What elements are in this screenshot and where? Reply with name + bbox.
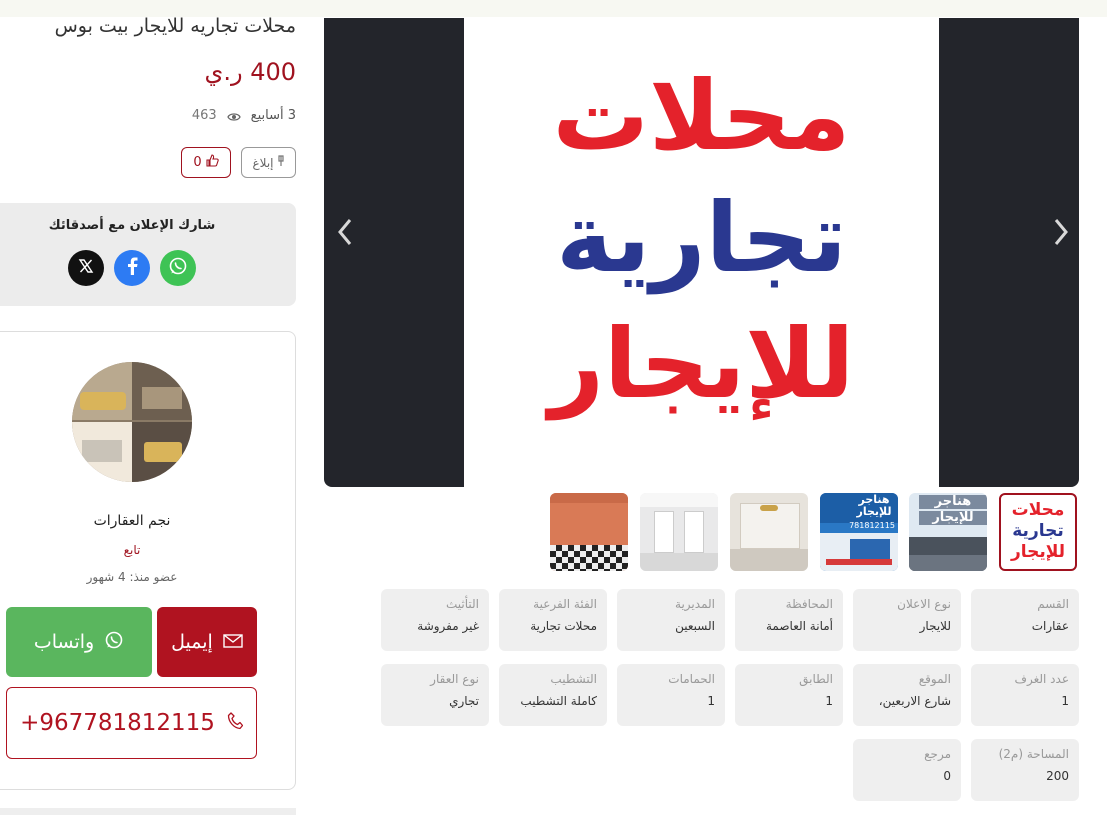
thumbs-up-icon — [206, 154, 219, 171]
detail-area: المساحة (م2) 200 — [971, 739, 1079, 801]
listing-price: 400 ر.ي — [204, 58, 296, 86]
report-button[interactable]: إبلاغ — [241, 147, 296, 178]
detail-value: 1 — [1061, 694, 1069, 708]
detail-value: غير مفروشة — [417, 619, 479, 633]
detail-value: 200 — [1046, 769, 1069, 783]
detail-label: المساحة (م2) — [998, 747, 1069, 761]
detail-label: مرجع — [924, 747, 951, 761]
detail-value: 0 — [943, 769, 951, 783]
thumbnail-3-line-2: للإيجار — [856, 505, 892, 518]
detail-location: الموقع شارع الاربعين، — [853, 664, 961, 726]
thumbnail-3-phone: 781812115 — [849, 521, 895, 530]
view-count: 463 — [191, 108, 217, 123]
facebook-share-button[interactable] — [114, 250, 150, 286]
detail-label: نوع الاعلان — [897, 597, 951, 611]
detail-label: المحافظة — [785, 597, 833, 611]
phone-button[interactable]: +967781812115 — [6, 687, 257, 759]
detail-value: تجاري — [449, 694, 479, 708]
thumbnail-4[interactable] — [730, 493, 808, 571]
detail-subcategory: الفئة الفرعية محلات تجارية — [499, 589, 607, 651]
detail-value: السبعين — [675, 619, 715, 633]
detail-label: الحمامات — [668, 672, 715, 686]
detail-ad-type: نوع الاعلان للايجار — [853, 589, 961, 651]
member-since: عضو منذ: 4 شهور — [86, 570, 178, 584]
detail-value: محلات تجارية — [530, 619, 597, 633]
detail-label: عدد الغرف — [1014, 672, 1069, 686]
image-gallery[interactable]: محلات تجارية للإيجار — [324, 18, 1079, 487]
posted-time: 3 أسابيع — [250, 108, 296, 123]
detail-value: عقارات — [1031, 619, 1069, 633]
like-button[interactable]: 0 — [181, 147, 231, 178]
detail-floor: الطابق 1 — [735, 664, 843, 726]
detail-label: الفئة الفرعية — [533, 597, 597, 611]
whatsapp-icon — [104, 630, 124, 655]
detail-value: 1 — [825, 694, 833, 708]
seller-name[interactable]: نجم العقارات — [0, 513, 264, 529]
prev-image-button[interactable] — [330, 219, 360, 250]
share-title: شارك الإعلان مع أصدقائك — [48, 218, 216, 233]
whatsapp-label: واتساب — [33, 631, 95, 653]
detail-label: التشطيب — [550, 672, 597, 686]
detail-label: نوع العقار — [430, 672, 479, 686]
listing-title: محلات تجاريه للايجار بيت بوس — [54, 15, 296, 37]
thumbnail-3[interactable]: هناجر للإيجار 781812115 — [820, 493, 898, 571]
whatsapp-icon — [168, 256, 188, 280]
thumbnail-2-line-2: للإيجار — [919, 510, 987, 526]
detail-category: القسم عقارات — [971, 589, 1079, 651]
follow-link[interactable]: تابع — [0, 543, 264, 557]
detail-label: القسم — [1037, 597, 1069, 611]
detail-label: الطابق — [799, 672, 833, 686]
phone-icon — [227, 710, 244, 736]
thumbnail-5[interactable] — [640, 493, 718, 571]
whatsapp-button[interactable]: واتساب — [6, 607, 152, 677]
thumbnail-6[interactable] — [550, 493, 628, 571]
x-share-button[interactable] — [68, 250, 104, 286]
detail-rooms: عدد الغرف 1 — [971, 664, 1079, 726]
flag-icon — [277, 155, 285, 170]
detail-value: كاملة التشطيب — [520, 694, 597, 708]
detail-governorate: المحافظة أمانة العاصمة — [735, 589, 843, 651]
detail-district: المديرية السبعين — [617, 589, 725, 651]
thumbnail-1-line-1: محلات — [1011, 500, 1065, 520]
like-count: 0 — [193, 155, 202, 170]
main-image-line-1: محلات — [552, 60, 851, 172]
main-image-line-2: تجارية — [556, 182, 847, 294]
detail-label: الموقع — [918, 672, 951, 686]
detail-value: أمانة العاصمة — [765, 619, 833, 633]
detail-value: شارع الاربعين، — [878, 694, 951, 708]
next-image-button[interactable] — [1046, 219, 1076, 250]
chevron-right-icon — [1053, 215, 1069, 255]
listing-meta: 3 أسابيع 463 — [192, 108, 296, 123]
envelope-icon — [223, 631, 243, 653]
report-label: إبلاغ — [252, 155, 274, 170]
main-image: محلات تجارية للإيجار — [464, 18, 939, 487]
detail-label: المديرية — [675, 597, 715, 611]
seller-avatar[interactable] — [72, 362, 192, 482]
facebook-icon — [126, 257, 138, 279]
chevron-left-icon — [337, 215, 353, 255]
thumbnail-1-line-3: للإيجار — [1010, 542, 1066, 562]
thumbnail-1[interactable]: محلات تجارية للإيجار — [999, 493, 1077, 571]
main-image-line-3: للإيجار — [548, 308, 855, 420]
email-label: إيميل — [171, 631, 213, 653]
detail-property-type: نوع العقار تجاري — [381, 664, 489, 726]
bottom-strip — [0, 808, 296, 815]
detail-value: للايجار — [919, 619, 951, 633]
thumbnail-2-line-1: هناجر — [919, 494, 987, 510]
x-icon — [78, 258, 94, 278]
detail-reference: مرجع 0 — [853, 739, 961, 801]
detail-finishing: التشطيب كاملة التشطيب — [499, 664, 607, 726]
detail-value: 1 — [707, 694, 715, 708]
detail-label: التأثيث — [445, 597, 479, 611]
eye-icon — [226, 111, 241, 121]
email-button[interactable]: إيميل — [157, 607, 257, 677]
phone-number: +967781812115 — [20, 710, 215, 736]
thumbnail-2[interactable]: هناجر للإيجار — [909, 493, 987, 571]
whatsapp-share-button[interactable] — [160, 250, 196, 286]
thumbnail-1-line-2: تجارية — [1012, 521, 1064, 541]
detail-bathrooms: الحمامات 1 — [617, 664, 725, 726]
detail-furnishing: التأثيث غير مفروشة — [381, 589, 489, 651]
